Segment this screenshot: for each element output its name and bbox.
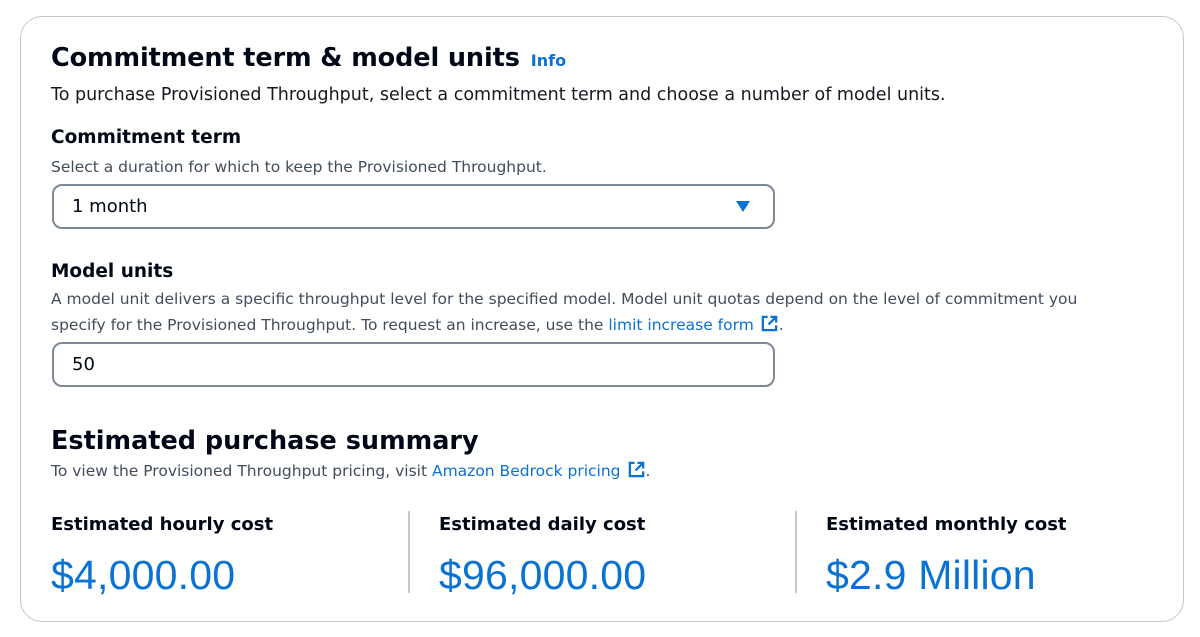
commitment-term-description: Select a duration for which to keep the … [51, 158, 547, 176]
model-units-description-line1: A model unit delivers a specific through… [51, 290, 1078, 308]
model-units-description: A model unit delivers a specific through… [51, 286, 1161, 338]
limit-increase-form-link[interactable]: limit increase form [608, 315, 778, 334]
section-description: To purchase Provisioned Throughput, sele… [51, 85, 946, 105]
bedrock-pricing-link[interactable]: Amazon Bedrock pricing [431, 461, 646, 480]
summary-title: Estimated purchase summary [51, 426, 479, 456]
cost-label: Estimated monthly cost [826, 514, 1067, 535]
cost-label: Estimated daily cost [439, 514, 646, 535]
external-link-icon [761, 315, 778, 332]
model-units-description-line2: specify for the Provisioned Throughput. … [51, 312, 1161, 338]
model-units-description-text: specify for the Provisioned Throughput. … [51, 316, 609, 334]
bedrock-pricing-link-label: Amazon Bedrock pricing [431, 462, 621, 480]
model-units-input[interactable]: 50 [52, 342, 775, 387]
cost-value: $2.9 Million [826, 552, 1036, 598]
caret-down-icon [736, 201, 750, 212]
section-title: Commitment term & model units [51, 43, 520, 73]
commitment-term-label: Commitment term [51, 127, 242, 148]
model-units-value: 50 [72, 354, 95, 375]
info-link[interactable]: Info [531, 51, 566, 70]
external-link-icon [628, 461, 644, 478]
summary-description: To view the Provisioned Throughput prici… [51, 458, 650, 484]
monthly-cost: Estimated monthly cost $2.9 Million [826, 514, 1067, 599]
commitment-panel: Commitment term & model units Info To pu… [20, 16, 1184, 622]
commitment-term-value: 1 month [72, 196, 148, 217]
column-divider [795, 511, 797, 593]
model-units-description-suffix: . [778, 316, 784, 334]
limit-increase-form-link-label: limit increase form [608, 316, 754, 334]
daily-cost: Estimated daily cost $96,000.00 [439, 514, 646, 599]
column-divider [408, 511, 410, 593]
summary-description-text: To view the Provisioned Throughput prici… [51, 462, 432, 480]
cost-label: Estimated hourly cost [51, 514, 274, 535]
hourly-cost: Estimated hourly cost $4,000.00 [51, 514, 273, 599]
model-units-label: Model units [51, 261, 174, 282]
cost-value: $96,000.00 [439, 552, 647, 598]
commitment-term-select[interactable]: 1 month [52, 184, 775, 229]
cost-value: $4,000.00 [51, 552, 236, 598]
section-header: Commitment term & model units Info [51, 43, 566, 73]
summary-description-suffix: . [645, 462, 651, 480]
